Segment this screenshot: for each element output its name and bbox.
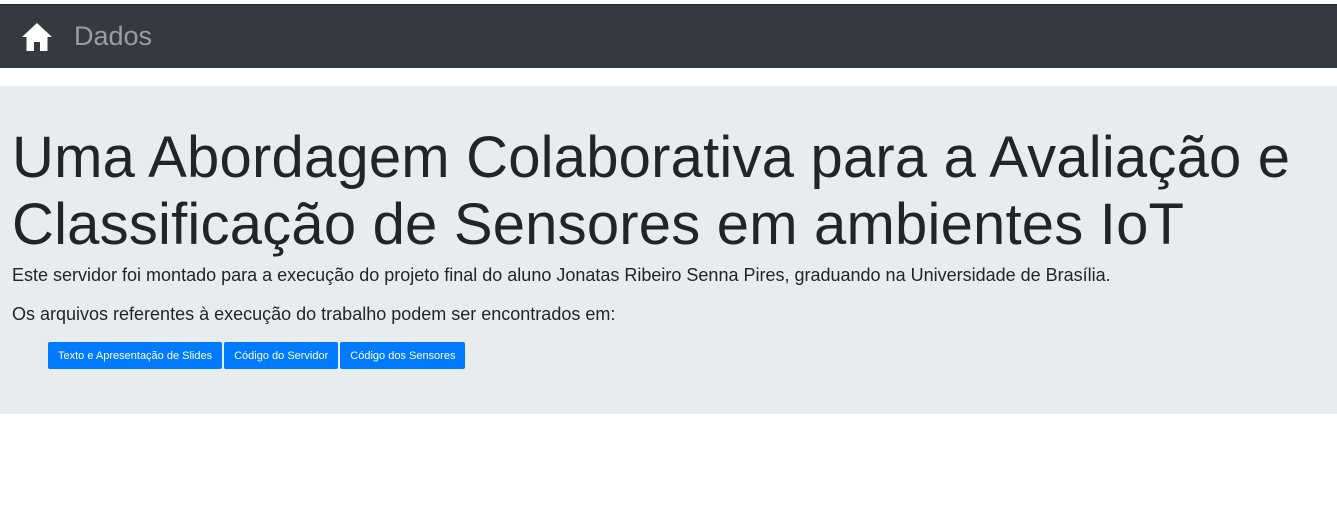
page-title: Uma Abordagem Colaborativa para a Avalia… bbox=[12, 125, 1291, 257]
jumbotron: Uma Abordagem Colaborativa para a Avalia… bbox=[0, 86, 1337, 414]
button-group: Texto e Apresentação de Slides Código do… bbox=[48, 342, 466, 369]
intro-text: Este servidor foi montado para a execuçã… bbox=[12, 265, 1111, 285]
home-link[interactable] bbox=[21, 20, 55, 54]
slides-button[interactable]: Texto e Apresentação de Slides bbox=[48, 342, 223, 369]
files-text: Os arquivos referentes à execução do tra… bbox=[12, 304, 616, 324]
home-icon bbox=[22, 22, 52, 51]
sensor-code-button[interactable]: Código dos Sensores bbox=[340, 342, 466, 369]
page: Dados Uma Abordagem Colaborativa para a … bbox=[0, 0, 1337, 527]
server-code-button[interactable]: Código do Servidor bbox=[224, 342, 339, 369]
top-navbar: Dados bbox=[0, 4, 1337, 68]
navbar-brand[interactable]: Dados bbox=[74, 23, 152, 50]
